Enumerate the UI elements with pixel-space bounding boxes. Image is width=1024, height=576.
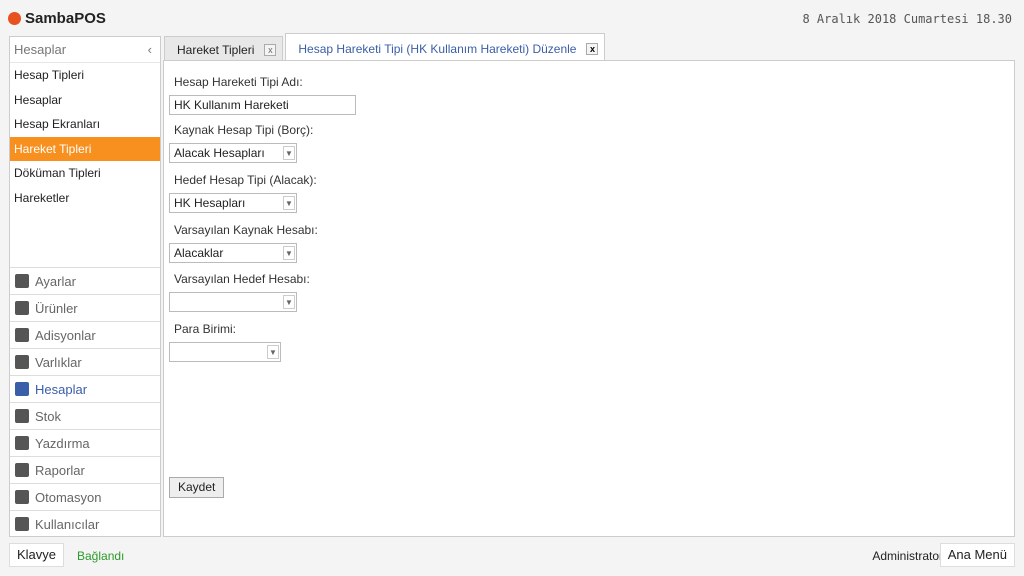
name-label: Hesap Hareketi Tipi Adı: (174, 75, 303, 89)
sidebar-item-hesaplar[interactable]: Hesaplar (10, 88, 160, 113)
chevron-down-icon: ▼ (283, 146, 295, 160)
tab-label: Hesap Hareketi Tipi (HK Kullanım Hareket… (298, 42, 576, 56)
module-label: Hesaplar (35, 382, 87, 397)
document-icon (15, 436, 29, 450)
module-list: Ayarlar Ürünler Adisyonlar Varlıklar Hes… (10, 267, 160, 537)
sidebar-item-hesap-ekranlari[interactable]: Hesap Ekranları (10, 112, 160, 137)
keyboard-button[interactable]: Klavye (9, 543, 64, 567)
source-type-select[interactable]: Alacak Hesapları ▼ (169, 143, 297, 163)
collapse-icon[interactable]: ‹ (148, 42, 152, 57)
module-urunler[interactable]: Ürünler (10, 294, 160, 321)
currency-label: Para Birimi: (174, 322, 236, 336)
default-source-label: Varsayılan Kaynak Hesabı: (174, 223, 318, 237)
gear-icon (15, 274, 29, 288)
table-icon (15, 355, 29, 369)
select-value: Alacaklar (174, 246, 223, 260)
connection-status: Bağlandı (77, 549, 124, 563)
sidebar-item-dokuman-tipleri[interactable]: Döküman Tipleri (10, 161, 160, 186)
chevron-down-icon: ▼ (267, 345, 279, 359)
sidebar-header: Hesaplar ‹ (10, 37, 160, 63)
module-hesaplar[interactable]: Hesaplar (10, 375, 160, 402)
module-label: Raporlar (35, 463, 85, 478)
module-label: Stok (35, 409, 61, 424)
module-label: Kullanıcılar (35, 517, 99, 532)
name-input[interactable]: HK Kullanım Hareketi (169, 95, 356, 115)
module-ayarlar[interactable]: Ayarlar (10, 267, 160, 294)
sidebar-item-hareketler[interactable]: Hareketler (10, 186, 160, 211)
module-label: Ürünler (35, 301, 78, 316)
module-otomasyon[interactable]: Otomasyon (10, 483, 160, 510)
tab-edit[interactable]: Hesap Hareketi Tipi (HK Kullanım Hareket… (285, 33, 605, 63)
currency-select[interactable]: ▼ (169, 342, 281, 362)
sidebar: Hesaplar ‹ Hesap Tipleri Hesaplar Hesap E… (9, 36, 161, 537)
tab-label: Hareket Tipleri (177, 43, 254, 57)
module-label: Otomasyon (35, 490, 101, 505)
module-kullanicilar[interactable]: Kullanıcılar (10, 510, 160, 537)
source-type-label: Kaynak Hesap Tipi (Borç): (174, 123, 313, 137)
chevron-down-icon: ▼ (283, 196, 295, 210)
tab-hareket-tipleri[interactable]: Hareket Tipleri x (164, 36, 283, 63)
sidebar-title: Hesaplar (14, 42, 66, 57)
chevron-down-icon: ▼ (283, 246, 295, 260)
module-label: Adisyonlar (35, 328, 96, 343)
coffee-icon (15, 301, 29, 315)
default-source-select[interactable]: Alacaklar ▼ (169, 243, 297, 263)
logo-icon (8, 12, 21, 25)
user-icon (15, 517, 29, 531)
close-icon[interactable]: x (264, 44, 276, 56)
edit-form: Hesap Hareketi Tipi Adı: HK Kullanım Har… (163, 60, 1015, 537)
module-label: Varlıklar (35, 355, 82, 370)
module-yazdirma[interactable]: Yazdırma (10, 429, 160, 456)
chevron-down-icon: ▼ (283, 295, 295, 309)
sidebar-item-hesap-tipleri[interactable]: Hesap Tipleri (10, 63, 160, 88)
module-raporlar[interactable]: Raporlar (10, 456, 160, 483)
default-target-select[interactable]: ▼ (169, 292, 297, 312)
main-menu-button[interactable]: Ana Menü (940, 543, 1015, 567)
target-type-label: Hedef Hesap Tipi (Alacak): (174, 173, 317, 187)
calculator-icon (15, 382, 29, 396)
default-target-label: Varsayılan Hedef Hesabı: (174, 272, 310, 286)
select-value: HK Hesapları (174, 196, 245, 210)
tab-bar: Hareket Tipleri x Hesap Hareketi Tipi (HK… (164, 33, 605, 61)
module-varliklar[interactable]: Varlıklar (10, 348, 160, 375)
bar-chart-icon (15, 463, 29, 477)
datetime: 8 Aralık 2018 Cumartesi 18.30 (802, 12, 1012, 26)
target-type-select[interactable]: HK Hesapları ▼ (169, 193, 297, 213)
books-icon (15, 328, 29, 342)
close-icon[interactable]: x (586, 43, 598, 55)
save-button[interactable]: Kaydet (169, 477, 224, 498)
select-value: Alacak Hesapları (174, 146, 265, 160)
sidebar-item-hareket-tipleri[interactable]: Hareket Tipleri (10, 137, 160, 162)
module-stok[interactable]: Stok (10, 402, 160, 429)
stock-icon (15, 409, 29, 423)
module-adisyonlar[interactable]: Adisyonlar (10, 321, 160, 348)
current-user: Administrator (872, 549, 943, 563)
pen-icon (15, 490, 29, 504)
app-logo: SambaPOS (8, 10, 106, 27)
app-name: SambaPOS (25, 10, 106, 27)
module-label: Ayarlar (35, 274, 76, 289)
module-label: Yazdırma (35, 436, 90, 451)
